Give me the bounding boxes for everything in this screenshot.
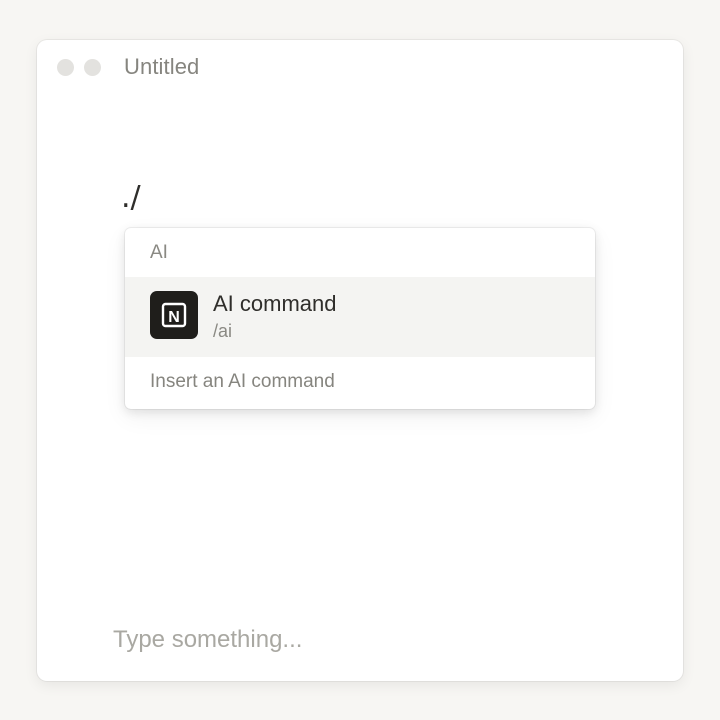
slash-command-menu: AI N AI command /ai Insert an AI command — [125, 228, 595, 409]
menu-footer-hint: Insert an AI command — [150, 371, 335, 392]
menu-item-shortcut: /ai — [213, 321, 233, 341]
editor-current-line[interactable]: ./ — [121, 180, 141, 215]
type-something-input[interactable] — [113, 622, 633, 658]
title-bar: Untitled — [37, 40, 683, 96]
app-window: Untitled ./ AI N AI command /ai Insert a… — [37, 40, 683, 681]
menu-section-label: AI — [150, 242, 168, 263]
menu-item-ai-command[interactable]: N AI command /ai — [125, 277, 595, 357]
window-control-close[interactable] — [57, 59, 74, 76]
window-control-minimize[interactable] — [84, 59, 101, 76]
notion-logo-icon: N — [150, 291, 198, 339]
menu-item-title: AI command — [213, 291, 337, 316]
window-title: Untitled — [124, 54, 200, 79]
notion-logo-letter: N — [168, 309, 180, 326]
